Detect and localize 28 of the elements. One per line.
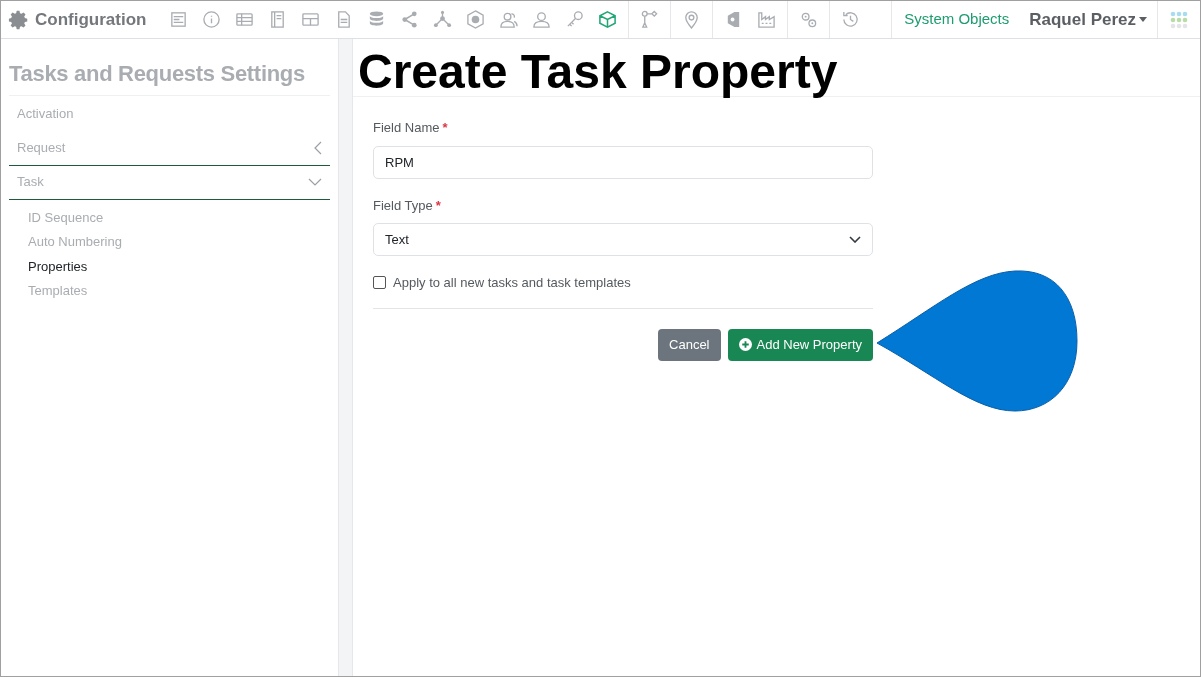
sidebar-group[interactable]: Task [9,165,330,200]
required-mark: * [442,119,448,137]
add-property-button[interactable]: Add New Property [727,328,873,361]
sidebar-subitem[interactable]: Templates [9,279,330,304]
plus-circle-icon [738,338,752,351]
field-label: Field Type [373,196,433,215]
sidebar-item[interactable]: Activation [9,96,330,132]
sidebar-subitem[interactable]: ID Sequence [9,205,330,230]
sidebar-title: Tasks and Requests Settings [9,59,330,96]
input-field[interactable]: RPM [373,145,873,179]
page-title: Create Task Property [353,39,1200,97]
system-objects-link[interactable]: System Objects [891,1,1020,38]
settings-icon [8,8,30,31]
user-menu[interactable]: Raquel Perez [1019,6,1157,33]
sidebar-subitem[interactable]: Auto Numbering [9,230,330,255]
chevron-left-icon [314,141,322,155]
chevron-down-icon [849,236,861,243]
field-label: Field Name [373,119,440,137]
cancel-button[interactable]: Cancel [658,328,721,361]
app-title: Configuration [35,8,147,31]
dropdown[interactable]: Text [373,223,873,256]
sidebar-group[interactable]: Request [9,131,330,166]
chevron-down-icon [308,178,322,186]
required-mark: * [435,196,441,215]
checkbox-label: Apply to all new tasks and task templates [393,274,631,292]
sidebar-subitem[interactable]: Properties [9,254,330,279]
caret-icon [1139,17,1147,22]
checkbox[interactable] [373,276,386,290]
